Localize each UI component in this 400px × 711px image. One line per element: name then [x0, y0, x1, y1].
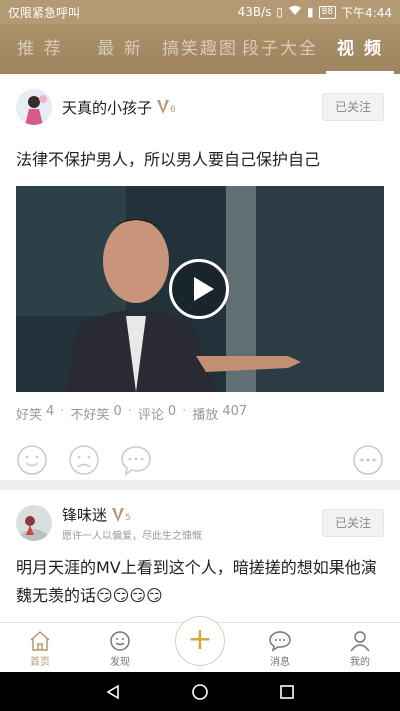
plus-icon: + — [187, 622, 213, 657]
tab-latest[interactable]: 最 新 — [80, 24, 160, 74]
tab-funny-pics[interactable]: 搞笑趣图 — [160, 24, 240, 74]
comment-label: 评论 — [137, 408, 164, 423]
nav-discover-label: 发现 — [110, 657, 130, 668]
post-card: 锋味迷 5 愿许一人以偏爱，尽此生之慷慨 已关注 明月天涯的MV上看到这个人，暗… — [0, 490, 400, 622]
play-icon[interactable] — [169, 259, 229, 319]
tab-recommend[interactable]: 推 荐 — [0, 24, 80, 74]
battery-icon: 88 — [318, 5, 337, 19]
nav-home-label: 首页 — [30, 657, 50, 668]
user-signature: 愿许一人以偏爱，尽此生之慷慨 — [62, 531, 202, 542]
more-icon[interactable] — [352, 444, 384, 476]
back-icon[interactable] — [105, 684, 121, 700]
level-badge-icon: 6 — [157, 99, 176, 115]
post-text[interactable]: 法律不保护男人，所以男人要自己保护自己 — [16, 136, 384, 186]
nav-home[interactable]: 首页 — [0, 623, 80, 672]
frown-icon[interactable] — [68, 444, 100, 476]
follow-button[interactable]: 已关注 — [322, 93, 384, 121]
notfunny-count: 0 — [113, 404, 122, 419]
user-level: 6 — [170, 105, 176, 115]
post-header: 锋味迷 5 愿许一人以偏爱，尽此生之慷慨 已关注 — [16, 490, 384, 552]
vibrate-icon: ▯ — [276, 5, 283, 19]
wifi-icon — [288, 5, 302, 19]
nav-me[interactable]: 我的 — [320, 623, 400, 672]
message-icon — [269, 631, 291, 652]
category-tabs: 推 荐 最 新 搞笑趣图 段子大全 视 频 — [0, 24, 400, 74]
user-level: 5 — [125, 512, 131, 523]
home-icon — [30, 630, 50, 651]
post-card: 天真的小孩子 6 已关注 法律不保护男人，所以男人要自己保护自己 好笑 4 · … — [0, 74, 400, 480]
nav-discover[interactable]: 发现 — [80, 623, 160, 672]
post-header: 天真的小孩子 6 已关注 — [16, 74, 384, 136]
add-post-button[interactable]: + — [175, 616, 225, 666]
level-badge-icon: 5 — [112, 507, 131, 523]
avatar[interactable] — [16, 89, 52, 125]
nav-me-label: 我的 — [350, 657, 370, 668]
comment-count: 0 — [167, 404, 177, 419]
notfunny-label: 不好笑 — [70, 408, 110, 423]
bottom-nav: 首页 发现 + 消息 我的 — [0, 616, 400, 672]
username[interactable]: 天真的小孩子 — [62, 97, 152, 118]
network-speed: 43B/s — [237, 5, 272, 19]
status-bar: 仅限紧急呼叫 43B/s ▯ ▮ 88 下午4:44 — [0, 0, 400, 24]
follow-button[interactable]: 已关注 — [322, 509, 384, 537]
funny-count: 4 — [46, 404, 55, 419]
nav-messages-label: 消息 — [270, 657, 290, 668]
tab-jokes[interactable]: 段子大全 — [240, 24, 320, 74]
video-player[interactable] — [16, 186, 384, 392]
smile-icon[interactable] — [16, 444, 48, 476]
tab-video[interactable]: 视 频 — [320, 24, 400, 74]
clock: 下午4:44 — [341, 5, 392, 20]
system-nav-bar — [0, 672, 400, 711]
comment-icon[interactable] — [120, 444, 152, 476]
play-label: 播放 — [192, 408, 219, 423]
user-icon — [350, 631, 370, 652]
sim-icon: ▮ — [306, 5, 314, 19]
username[interactable]: 锋味迷 — [62, 504, 107, 525]
discover-icon — [110, 631, 130, 651]
recents-icon[interactable] — [279, 684, 295, 700]
play-count: 407 — [222, 404, 248, 419]
post-stats: 好笑 4 · 不好笑 0 · 评论 0 · 播放 407 — [16, 404, 248, 423]
funny-label: 好笑 — [16, 408, 43, 423]
feed[interactable]: 天真的小孩子 6 已关注 法律不保护男人，所以男人要自己保护自己 好笑 4 · … — [0, 74, 400, 622]
avatar[interactable] — [16, 505, 52, 541]
post-actions — [16, 443, 384, 477]
nav-messages[interactable]: 消息 — [240, 623, 320, 672]
post-text[interactable]: 明月天涯的MV上看到这个人，暗搓搓的想如果他演魏无羡的话😏😏😏😏 — [16, 552, 384, 622]
home-circle-icon[interactable] — [192, 683, 208, 700]
nav-add: + — [160, 616, 240, 672]
carrier-text: 仅限紧急呼叫 — [8, 5, 81, 20]
